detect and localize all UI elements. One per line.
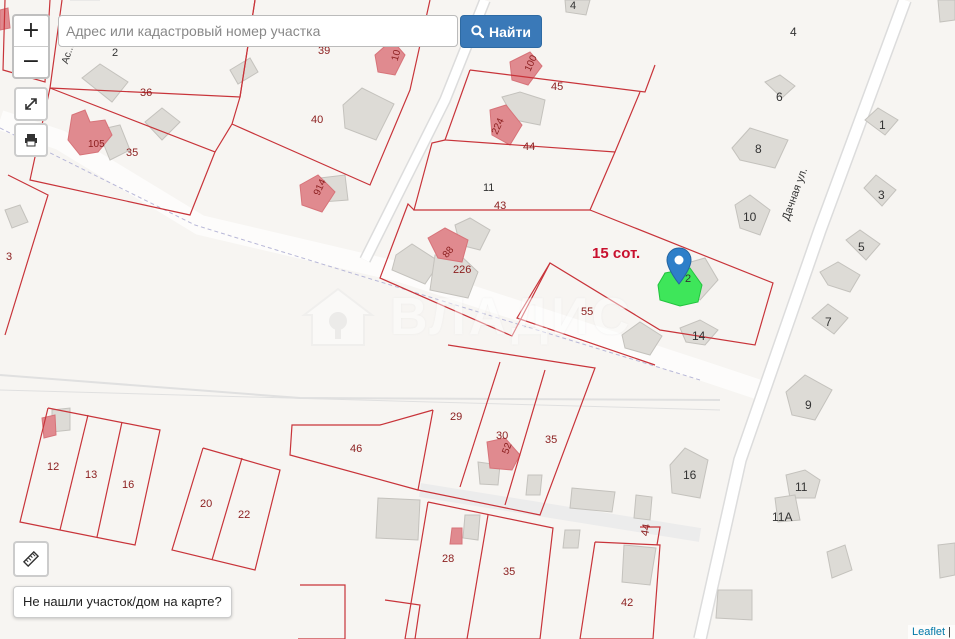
parcel-number: 45 bbox=[551, 81, 564, 93]
parcel-number: 29 bbox=[450, 411, 463, 423]
search-input[interactable] bbox=[58, 15, 458, 47]
parcel-number: 2 bbox=[112, 47, 119, 59]
house-logo-icon bbox=[301, 287, 375, 346]
house-number: 10 bbox=[743, 210, 757, 224]
leaflet-link[interactable]: Leaflet bbox=[912, 626, 945, 638]
area-label: 15 сот. bbox=[592, 245, 641, 262]
house-number: 1 bbox=[879, 118, 886, 132]
parcel-number: 11 bbox=[483, 182, 495, 194]
building-number: 105 bbox=[88, 139, 105, 150]
attribution: Leaflet | bbox=[908, 625, 955, 639]
printer-icon bbox=[25, 134, 37, 147]
parcel-number: 12 bbox=[47, 461, 60, 473]
search-button[interactable]: Найти bbox=[460, 15, 542, 48]
house-number: 11А bbox=[772, 510, 793, 524]
expand-icon bbox=[25, 98, 37, 110]
map[interactable]: ВЛАДИС 36 35 39 40 45 44 43 11 55 226 29… bbox=[0, 0, 955, 639]
house-number: 16 bbox=[683, 468, 697, 482]
zoom-out-button[interactable]: − bbox=[14, 46, 48, 77]
print-button[interactable] bbox=[14, 123, 48, 157]
parcel-number: 40 bbox=[311, 114, 324, 126]
parcel-number: 4 bbox=[570, 0, 577, 12]
house-number: 9 bbox=[805, 398, 812, 412]
house-number: 14 bbox=[692, 329, 706, 343]
measure-button[interactable] bbox=[13, 541, 49, 577]
house-number: 8 bbox=[755, 142, 762, 156]
search-icon bbox=[471, 25, 485, 38]
parcel-number: 30 bbox=[496, 430, 509, 442]
parcel-number: 55 bbox=[581, 306, 594, 318]
fullscreen-button[interactable] bbox=[14, 87, 48, 121]
zoom-in-button[interactable]: + bbox=[14, 16, 48, 46]
parcel-number: 226 bbox=[453, 264, 472, 276]
parcel-number: 13 bbox=[85, 469, 98, 481]
parcel-number: 44 bbox=[523, 141, 536, 153]
house-number: 7 bbox=[825, 315, 832, 329]
parcel-number: 35 bbox=[503, 566, 516, 578]
zoom-control: + − bbox=[12, 14, 50, 79]
parcel-number: 3 bbox=[6, 251, 13, 263]
house-number: 5 bbox=[858, 240, 865, 254]
parcel-number: 28 bbox=[442, 553, 455, 565]
house-number: 6 bbox=[776, 90, 783, 104]
ruler-icon bbox=[23, 551, 39, 567]
attribution-separator: | bbox=[948, 626, 951, 638]
parcel-number: 46 bbox=[350, 443, 363, 455]
parcel-number: 35 bbox=[126, 147, 139, 159]
parcel-number: 43 bbox=[494, 200, 507, 212]
house-number: 3 bbox=[878, 188, 885, 202]
not-found-button[interactable]: Не нашли участок/дом на карте? bbox=[13, 586, 232, 618]
parcel-number: 44 bbox=[639, 522, 654, 538]
search-button-label: Найти bbox=[489, 23, 531, 40]
house-number: 11 bbox=[795, 480, 808, 494]
parcel-number: 36 bbox=[140, 87, 153, 99]
parcel-number: 16 bbox=[122, 479, 135, 491]
parcel-number: 20 bbox=[200, 498, 213, 510]
parcel-number: 22 bbox=[238, 509, 251, 521]
house-number: 4 bbox=[790, 25, 797, 39]
parcel-number: 42 bbox=[621, 597, 634, 609]
watermark-text: ВЛАДИС bbox=[390, 288, 633, 346]
location-marker-icon[interactable] bbox=[666, 247, 692, 285]
parcel-number: 35 bbox=[545, 434, 558, 446]
